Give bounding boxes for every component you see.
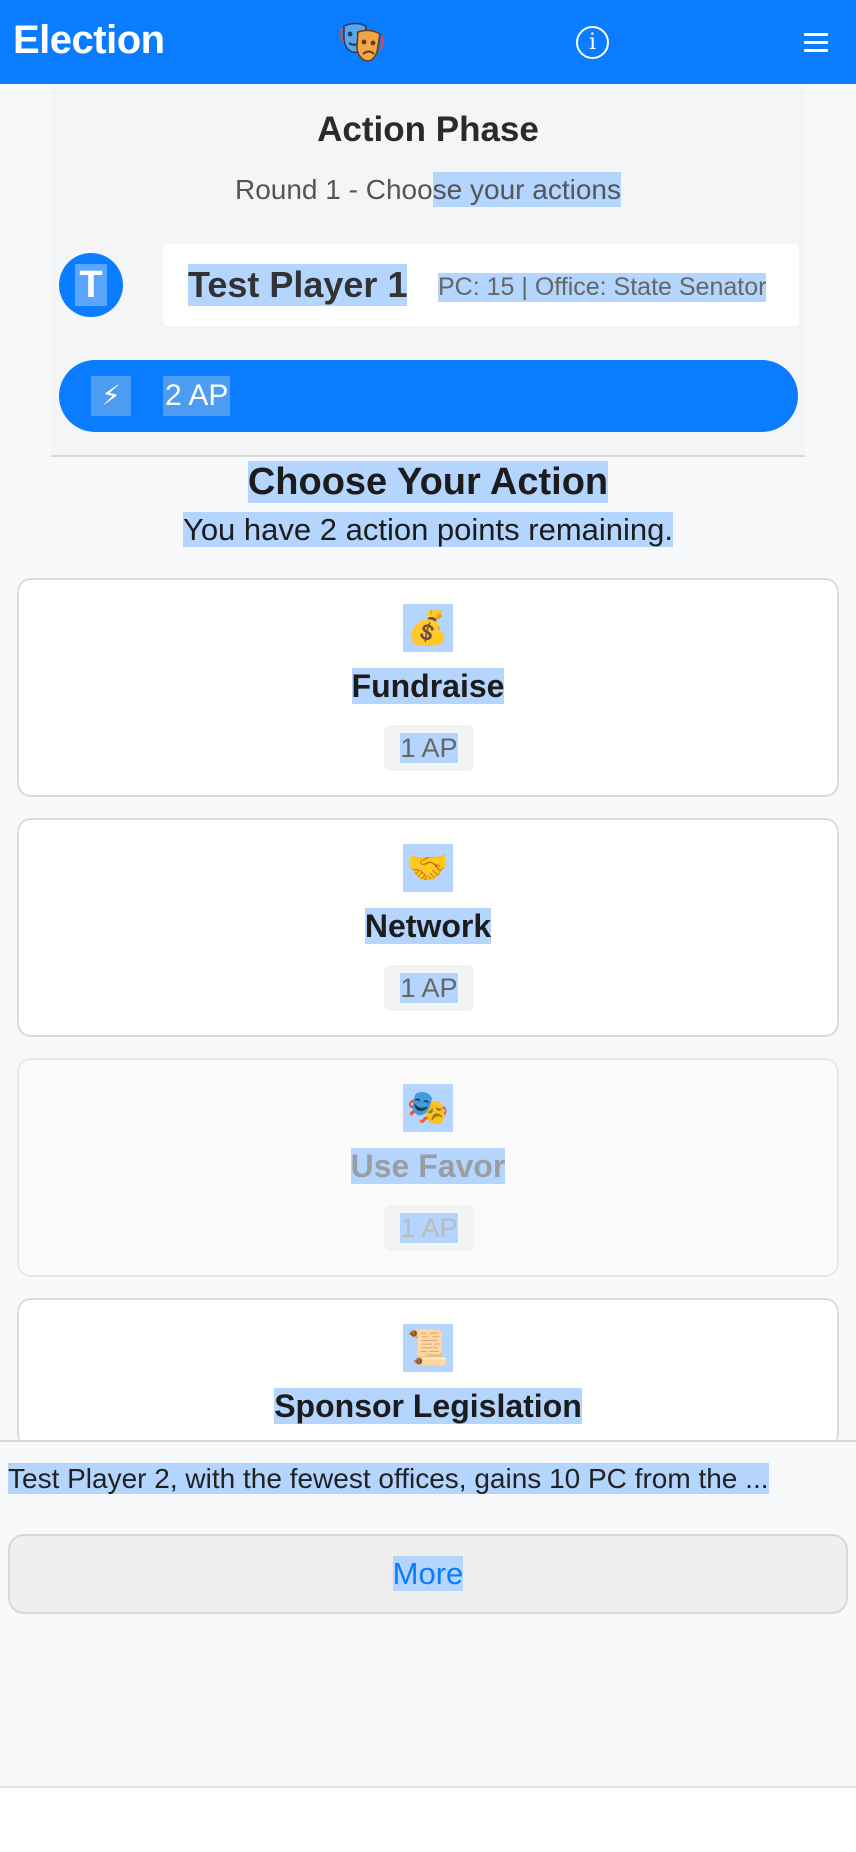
player-card: Test Player 1 PC: 15 | Office: State Sen… [163,244,799,326]
scroll-icon: 📜 [403,1324,453,1372]
action-name: Fundraise [19,668,837,705]
phase-panel: Action Phase Round 1 - Choose your actio… [51,84,805,457]
action-points-bar: ⚡ 2 AP [59,360,798,432]
action-name: Sponsor Legislation [19,1388,837,1425]
app-title: Election [13,18,165,62]
menu-button[interactable] [804,33,828,53]
action-cost-badge: 1 AP [384,725,474,771]
lightning-bolt-icon: ⚡ [91,376,131,416]
action-card-use-favor: 🎭 Use Favor 1 AP [17,1058,839,1277]
phase-title: Action Phase [317,110,539,149]
round-prefix: Round 1 - Choo [234,174,433,205]
action-card-sponsor-legislation[interactable]: 📜 Sponsor Legislation [17,1298,839,1448]
action-name-text: Use Favor [350,1148,506,1184]
action-points-label: 2 AP [163,376,231,416]
choose-action-title: Choose Your Action [0,461,856,504]
action-name-text: Sponsor Legislation [274,1388,582,1424]
choose-action-title-text: Choose Your Action [247,461,609,503]
bottom-bar [0,1786,856,1852]
round-status: Round 1 - Choose your actions [51,172,805,207]
money-bag-icon: 💰 [403,604,453,652]
action-name: Network [19,908,837,945]
action-card-network[interactable]: 🤝 Network 1 AP [17,818,839,1037]
action-name-text: Fundraise [351,668,505,704]
action-cost-badge: 1 AP [384,1205,474,1251]
notice-panel: Test Player 2, with the fewest offices, … [0,1440,856,1785]
round-suffix: se your actions [432,172,621,207]
action-cost: 1 AP [400,733,458,763]
action-name-text: Network [364,908,492,944]
info-button[interactable]: i [576,26,609,59]
action-name: Use Favor [19,1148,837,1185]
top-bar: Election i [0,0,856,84]
avatar-letter: T [75,264,107,306]
action-cost: 1 AP [400,973,458,1003]
avatar: T [59,253,123,317]
more-button-label: More [392,1556,464,1591]
notice-text: Test Player 2, with the fewest offices, … [8,1456,842,1502]
theater-masks-icon: 🎭 [403,1084,453,1132]
more-button[interactable]: More [8,1534,848,1614]
action-cost-badge: 1 AP [384,965,474,1011]
action-card-fundraise[interactable]: 💰 Fundraise 1 AP [17,578,839,797]
hamburger-icon [804,33,828,36]
player-meta: PC: 15 | Office: State Senator [438,273,767,302]
action-points-remaining: You have 2 action points remaining. [0,512,856,548]
info-icon: i [588,30,597,55]
notice-text-content: Test Player 2, with the fewest offices, … [8,1463,769,1494]
action-cost: 1 AP [400,1213,458,1243]
action-points-remaining-text: You have 2 action points remaining. [182,512,674,547]
handshake-icon: 🤝 [403,844,453,892]
theater-masks-icon [338,18,386,66]
player-name: Test Player 1 [188,264,408,306]
